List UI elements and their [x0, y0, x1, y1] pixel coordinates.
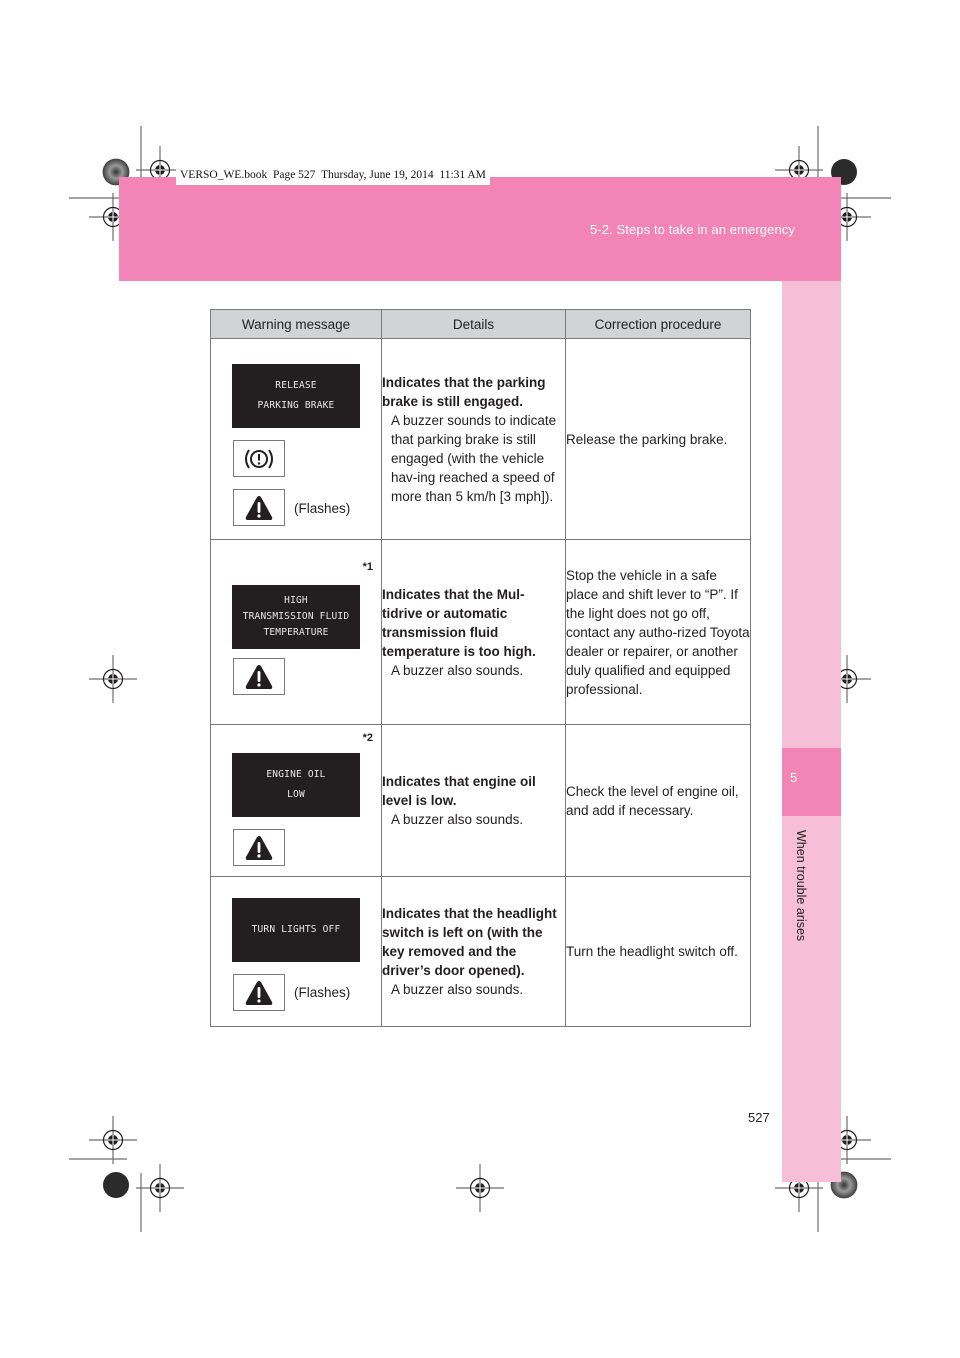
warning-message-cell: TURN LIGHTS OFF (Flashes): [210, 876, 382, 1027]
master-warning-icon: [233, 829, 285, 866]
correction-cell: Stop the vehicle in a safe place and shi…: [565, 539, 751, 725]
display-message: ENGINE OIL LOW: [232, 753, 360, 817]
flashes-note: (Flashes): [294, 501, 351, 516]
table-row: RELEASE PARKING BRAKE (Flashes) Indicate…: [210, 338, 751, 540]
warning-message-cell: *1 HIGH TRANSMISSION FLUID TEMPERATURE: [210, 539, 382, 725]
details-cell: Indicates that engine oil level is low. …: [381, 724, 566, 877]
display-message: RELEASE PARKING BRAKE: [232, 364, 360, 428]
print-stamp: VERSO_WE.book Page 527 Thursday, June 19…: [176, 165, 490, 185]
details-cell: Indicates that the Mul-tidrive or automa…: [381, 539, 566, 725]
section-title: 5-2. Steps to take in an emergency: [589, 222, 795, 237]
master-warning-icon: [233, 489, 285, 526]
chapter-number: 5: [790, 770, 798, 785]
details-cell: Indicates that the headlight switch is l…: [381, 876, 566, 1027]
footnote-marker: *2: [362, 732, 373, 744]
display-message: HIGH TRANSMISSION FLUID TEMPERATURE: [232, 585, 360, 649]
warning-message-cell: *2 ENGINE OIL LOW: [210, 724, 382, 877]
table-row: *1 HIGH TRANSMISSION FLUID TEMPERATURE I…: [210, 539, 751, 725]
table-row: TURN LIGHTS OFF (Flashes) Indicates that…: [210, 876, 751, 1027]
details-text: A buzzer sounds to indicate that parking…: [391, 412, 557, 504]
warning-message-cell: RELEASE PARKING BRAKE (Flashes): [210, 338, 382, 540]
table-header-row: Warning message Details Correction proce…: [210, 309, 751, 339]
column-header: Correction procedure: [565, 309, 751, 339]
flashes-note: (Flashes): [294, 985, 351, 1000]
column-header: Details: [381, 309, 566, 339]
details-heading: Indicates that the Mul-tidrive or automa…: [382, 586, 536, 659]
column-header: Warning message: [210, 309, 382, 339]
page-number: 527: [748, 1110, 770, 1125]
details-heading: Indicates that the parking brake is stil…: [382, 374, 546, 409]
brake-warning-icon: [233, 440, 285, 477]
details-cell: Indicates that the parking brake is stil…: [381, 338, 566, 540]
details-heading: Indicates that engine oil level is low.: [382, 774, 536, 808]
details-text: A buzzer also sounds.: [391, 662, 524, 678]
warning-message-table: Warning message Details Correction proce…: [210, 309, 751, 1027]
table-row: *2 ENGINE OIL LOW Indicates that engine …: [210, 724, 751, 877]
details-text: A buzzer also sounds.: [391, 982, 524, 997]
correction-cell: Check the level of engine oil, and add i…: [565, 724, 751, 877]
master-warning-icon: [233, 658, 285, 695]
master-warning-icon: [233, 974, 285, 1011]
display-message: TURN LIGHTS OFF: [232, 898, 360, 962]
details-text: A buzzer also sounds.: [391, 812, 524, 827]
footnote-marker: *1: [362, 561, 373, 573]
correction-cell: Turn the headlight switch off.: [565, 876, 751, 1027]
correction-cell: Release the parking brake.: [565, 338, 751, 540]
details-heading: Indicates that the headlight switch is l…: [382, 906, 557, 978]
chapter-label: When trouble arises: [794, 830, 808, 942]
chapter-side-strip: [782, 281, 841, 1182]
